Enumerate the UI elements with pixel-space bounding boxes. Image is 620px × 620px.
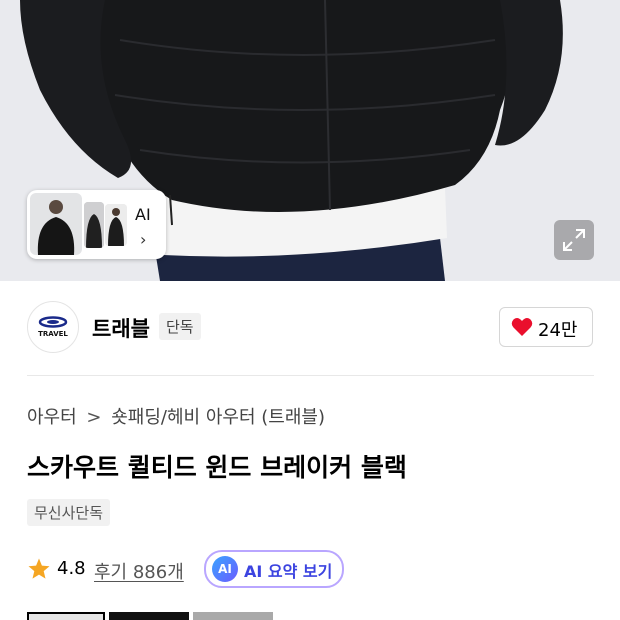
- rating-row: 4.8 후기 886개 AI AI 요약 보기: [27, 550, 387, 588]
- thumbnail-image[interactable]: [105, 204, 127, 246]
- product-main-image[interactable]: AI ›: [0, 0, 620, 281]
- breadcrumb-item-category[interactable]: 아우터: [27, 407, 77, 428]
- brand-logo[interactable]: TRAVEL: [27, 301, 79, 353]
- chevron-right-icon: >: [86, 407, 102, 428]
- review-count-link[interactable]: 후기 886개: [94, 558, 184, 584]
- like-count: 24만: [538, 320, 578, 341]
- ai-style-label[interactable]: AI: [135, 205, 151, 224]
- color-swatch[interactable]: [109, 612, 189, 620]
- product-tag: 무신사단독: [27, 499, 111, 526]
- color-options: [27, 612, 277, 620]
- ai-icon: AI: [212, 556, 238, 582]
- color-swatch[interactable]: [193, 612, 273, 620]
- brand-logo-text: TRAVEL: [38, 330, 68, 338]
- brand-name[interactable]: 트래블: [92, 313, 150, 343]
- thumbnail-strip[interactable]: AI ›: [27, 190, 166, 259]
- star-icon: [28, 558, 50, 579]
- expand-icon[interactable]: [554, 220, 594, 260]
- heart-icon: [511, 318, 533, 336]
- thumbnail-image[interactable]: [84, 202, 104, 248]
- chevron-right-icon[interactable]: ›: [140, 230, 146, 249]
- thumbnail-image[interactable]: [30, 193, 82, 255]
- breadcrumb-item-subcategory[interactable]: 숏패딩/헤비 아우터 (트래블): [111, 407, 325, 428]
- like-button[interactable]: 24만: [499, 307, 593, 347]
- color-swatch[interactable]: [27, 612, 105, 620]
- exclusive-badge: 단독: [159, 313, 201, 340]
- rating-score: 4.8: [57, 558, 86, 579]
- divider: [27, 375, 594, 376]
- brand-row: TRAVEL 트래블 단독 24만: [27, 301, 594, 353]
- ai-summary-button[interactable]: AI AI 요약 보기: [204, 550, 344, 588]
- ai-summary-label: AI 요약 보기: [244, 562, 333, 581]
- product-title: 스카우트 퀼티드 윈드 브레이커 블랙: [27, 453, 407, 482]
- breadcrumb: 아우터 > 숏패딩/헤비 아우터 (트래블): [27, 403, 325, 429]
